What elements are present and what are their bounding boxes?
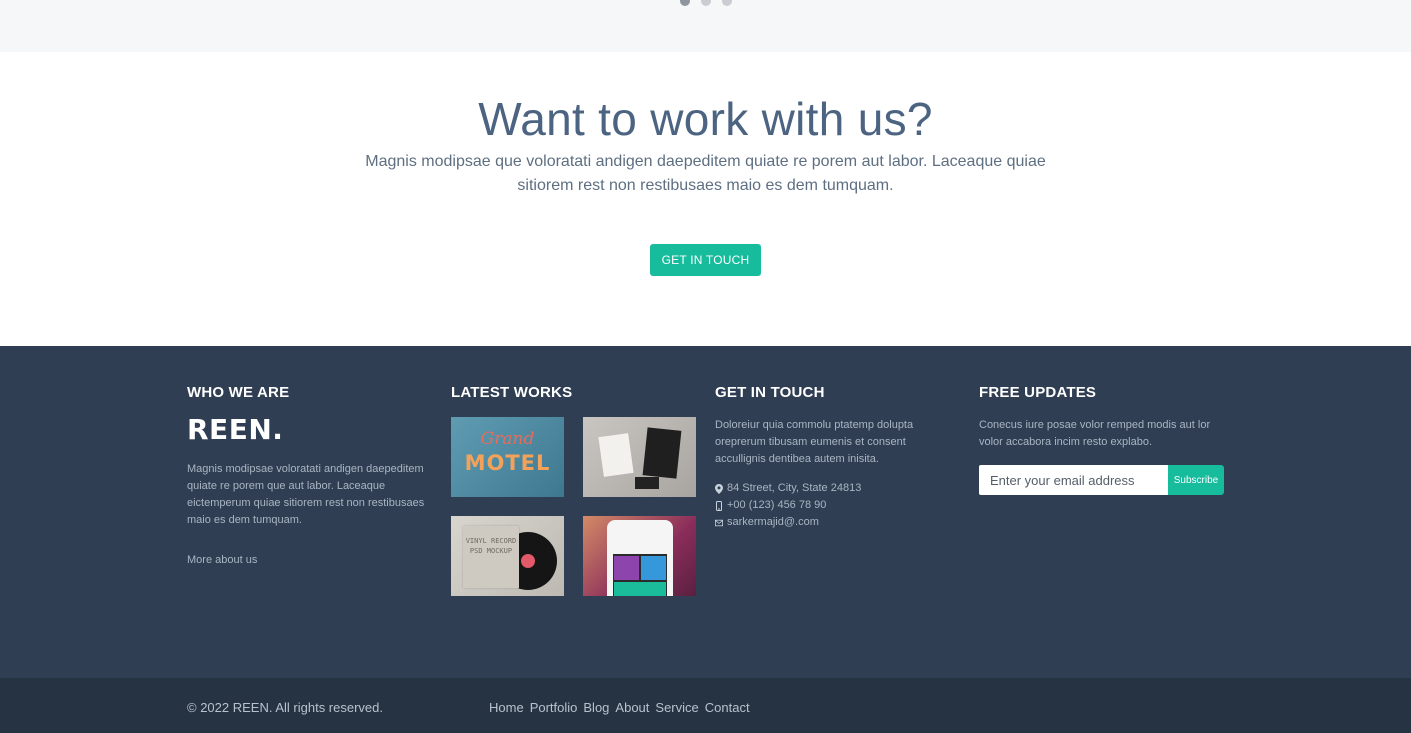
mobile-phone-icon (715, 500, 723, 511)
latest-works-grid: Grand MOTEL VINYL RECORD PSD MOCKUP (451, 417, 701, 596)
carousel-section (0, 0, 1411, 52)
carousel-dot-3[interactable] (722, 0, 732, 6)
map-marker-icon (715, 483, 723, 494)
nav-link-portfolio[interactable]: Portfolio (530, 700, 578, 715)
cta-section: Want to work with us? Magnis modipsae qu… (0, 52, 1411, 346)
free-updates-column: FREE UPDATES Conecus iure posae volor re… (979, 384, 1229, 495)
email-input[interactable] (979, 465, 1168, 495)
footer: WHO WE ARE REEN. Magnis modipsae volorat… (0, 346, 1411, 678)
get-in-touch-button[interactable]: GET IN TOUCH (650, 244, 761, 276)
nav-link-contact[interactable]: Contact (705, 700, 750, 715)
phone-text: +00 (123) 456 78 90 (727, 499, 827, 511)
free-updates-heading: FREE UPDATES (979, 384, 1097, 401)
contact-email: sarkermajid@.com (715, 514, 955, 531)
app-tile (614, 582, 666, 596)
stationery-notebook (642, 427, 682, 479)
who-we-are-column: WHO WE ARE REEN. Magnis modipsae volorat… (187, 384, 437, 566)
free-updates-text: Conecus iure posae volor remped modis au… (979, 419, 1211, 448)
nav-link-blog[interactable]: Blog (583, 700, 609, 715)
work-thumb-app[interactable] (583, 516, 696, 596)
address-text: 84 Street, City, State 24813 (727, 482, 862, 494)
who-we-are-text: Magnis modipsae voloratati andigen daepe… (187, 463, 425, 526)
work-thumb-vinyl[interactable]: VINYL RECORD PSD MOCKUP (451, 516, 564, 596)
contact-address: 84 Street, City, State 24813 (715, 480, 955, 497)
subscribe-button[interactable]: Subscribe (1168, 465, 1224, 495)
stationery-card (635, 477, 659, 489)
carousel-dot-1[interactable] (680, 0, 690, 6)
work-thumb-grand-motel[interactable]: Grand MOTEL (451, 417, 564, 497)
reen-logo[interactable]: REEN. (187, 415, 437, 445)
latest-works-heading: LATEST WORKS (451, 384, 573, 401)
stationery-paper (598, 433, 634, 477)
envelope-icon (715, 519, 723, 527)
email-text[interactable]: sarkermajid@.com (727, 514, 819, 531)
who-we-are-heading: WHO WE ARE (187, 384, 290, 401)
get-in-touch-text: Doloreiur quia commolu ptatemp dolupta o… (715, 419, 914, 465)
thumb-title-script: Grand (480, 429, 535, 449)
bottom-bar: © 2022 REEN. All rights reserved. Home P… (0, 678, 1411, 733)
thumb-title-bold: MOTEL (464, 451, 551, 475)
contact-list: 84 Street, City, State 24813 +00 (123) 4… (715, 480, 955, 531)
get-in-touch-heading: GET IN TOUCH (715, 384, 825, 401)
nav-link-home[interactable]: Home (489, 700, 524, 715)
bottom-nav: Home Portfolio Blog About Service Contac… (489, 700, 750, 715)
contact-phone: +00 (123) 456 78 90 (715, 497, 955, 514)
copyright-text: © 2022 REEN. All rights reserved. (187, 700, 383, 715)
vinyl-label (521, 554, 535, 568)
carousel-dot-2[interactable] (701, 0, 711, 6)
cta-text: Magnis modipsae que voloratati andigen d… (365, 153, 1046, 194)
get-in-touch-column: GET IN TOUCH Doloreiur quia commolu ptat… (715, 384, 955, 531)
app-tile (614, 556, 639, 580)
subscribe-form: Subscribe (979, 465, 1229, 495)
vinyl-sleeve-text: VINYL RECORD PSD MOCKUP (465, 537, 517, 555)
nav-link-service[interactable]: Service (655, 700, 698, 715)
more-about-us-link[interactable]: More about us (187, 554, 437, 566)
nav-link-about[interactable]: About (615, 700, 649, 715)
cta-title: Want to work with us? (478, 93, 933, 145)
carousel-dots (680, 0, 732, 6)
latest-works-column: LATEST WORKS Grand MOTEL VINYL RECORD PS… (451, 384, 701, 596)
work-thumb-stationery[interactable] (583, 417, 696, 497)
app-tile (641, 556, 666, 580)
